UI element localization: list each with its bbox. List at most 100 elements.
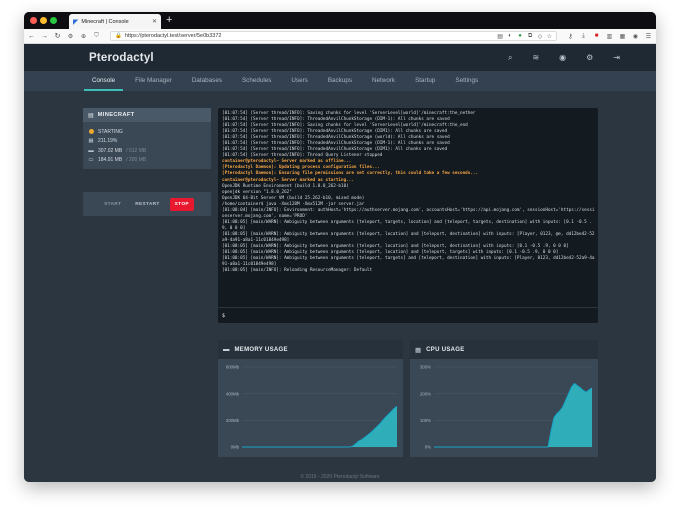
download-icon[interactable]: ⤓ xyxy=(580,33,587,40)
disk-max: / 200 MB xyxy=(126,157,147,164)
account-icon[interactable]: ◉ xyxy=(559,53,566,63)
restart-button[interactable]: RESTART xyxy=(131,198,163,211)
server-subnav: Console File Manager Databases Schedules Use… xyxy=(24,71,656,91)
status-text: STARTING xyxy=(98,128,123,135)
cpu-chart-y-tick-label: 200% xyxy=(420,391,431,396)
cpu-usage-title: CPU USAGE xyxy=(426,346,465,353)
maximize-window-button[interactable] xyxy=(50,17,57,24)
footer-copyright: © 2015 - 2020 Pterodactyl Software xyxy=(300,474,380,480)
shield-icon[interactable]: ⛉ xyxy=(93,33,100,40)
browser-tabbar: ◤ Minecraft | Console ✕ + xyxy=(24,12,656,29)
privacy-badge-icon[interactable]: ⊕ xyxy=(80,33,87,40)
cpu-chart: 300% 200% 100% 0% xyxy=(410,359,598,457)
new-tab-button[interactable]: + xyxy=(166,12,172,29)
admin-cogs-icon[interactable]: ⚙ xyxy=(586,53,593,63)
nav-tab-startup[interactable]: Startup xyxy=(407,71,443,91)
main-content: ▤ MINECRAFT STARTING ▦ 211.19% ▬ 307.02 … xyxy=(24,91,656,482)
menu-icon[interactable]: ☰ xyxy=(645,33,652,40)
account-icon[interactable]: ◉ xyxy=(632,33,639,40)
server-icon: ▤ xyxy=(88,112,94,119)
server-info-header: ▤ MINECRAFT xyxy=(83,108,211,122)
memory-value: 307.02 MB xyxy=(98,147,123,154)
library-icon[interactable]: ▥ xyxy=(606,33,613,40)
console-prompt-symbol: $ xyxy=(222,312,226,319)
app-header: Pterodactyl ⌕ ≋ ◉ ⚙ ⇥ xyxy=(24,44,656,71)
sidebar-icon[interactable]: ▦ xyxy=(619,33,626,40)
memory-usage-header: ▬ MEMORY USAGE xyxy=(218,340,403,359)
nav-tab-console[interactable]: Console xyxy=(84,71,124,91)
memory-usage-card: ▬ MEMORY USAGE 600Mb 400Mb 200Mb 0Mb xyxy=(218,340,403,457)
extension-icon[interactable]: ◐ xyxy=(507,33,514,39)
memory-max: / 512 MB xyxy=(126,147,147,154)
nav-tab-databases[interactable]: Databases xyxy=(184,71,230,91)
search-icon[interactable]: ⌕ xyxy=(508,53,512,63)
memory-chart-y-tick-label: 400Mb xyxy=(226,391,240,396)
disk-value: 184.91 MB xyxy=(98,157,123,164)
brand-logo[interactable]: Pterodactyl xyxy=(89,52,508,64)
memory-chart-y-tick-label: 200Mb xyxy=(226,418,240,423)
close-tab-icon[interactable]: ✕ xyxy=(152,18,157,25)
grammarly-icon[interactable]: ● xyxy=(517,33,524,39)
console-line: [01:08:05] [main/WARN]: Ambiguity betwee… xyxy=(222,219,592,231)
nav-tab-backups[interactable]: Backups xyxy=(320,71,360,91)
browser-window: ◤ Minecraft | Console ✕ + ← → ↻ ⚙ ⊕ ⛉ 🔒 … xyxy=(24,12,656,482)
server-info-panel: ▤ MINECRAFT STARTING ▦ 211.19% ▬ 307.02 … xyxy=(83,108,211,169)
url-text[interactable]: https://pterodactyl.test/server/5e0b3372 xyxy=(125,33,494,39)
browser-tab[interactable]: ◤ Minecraft | Console ✕ xyxy=(69,14,161,29)
cpu-value: 211.19% xyxy=(98,138,118,145)
reader-icon[interactable]: ▤ xyxy=(497,33,504,40)
pterodactyl-favicon-icon: ◤ xyxy=(73,18,79,26)
cpu-chart-area xyxy=(434,383,592,447)
adblock-icon[interactable]: ■ xyxy=(593,33,600,39)
nav-tab-file-manager[interactable]: File Manager xyxy=(127,71,180,91)
cpu-usage-header: ▦ CPU USAGE xyxy=(410,340,598,359)
console-line: [01:08:05] [main/WARN]: Ambiguity betwee… xyxy=(222,256,595,268)
servers-layers-icon[interactable]: ≋ xyxy=(532,53,539,63)
close-window-button[interactable] xyxy=(30,17,37,24)
memory-usage-title: MEMORY USAGE xyxy=(234,346,288,353)
memory-chart-y-tick-label: 600Mb xyxy=(226,365,240,370)
nav-tab-schedules[interactable]: Schedules xyxy=(234,71,279,91)
console-terminal[interactable]: [01:07:54] [Server thread/INFO]: Saving … xyxy=(218,108,598,323)
memory-chart-y-tick-label: 0Mb xyxy=(231,445,240,450)
cpu-usage-card: ▦ CPU USAGE 300% 200% 100% 0% xyxy=(410,340,598,457)
bookmark-star-icon[interactable]: ☆ xyxy=(547,33,552,40)
minimize-window-button[interactable] xyxy=(40,17,47,24)
tab-title: Minecraft | Console xyxy=(81,18,129,25)
key-icon[interactable]: ⚷ xyxy=(567,33,574,40)
lock-icon: 🔒 xyxy=(115,33,122,39)
console-line: [01:08:04] [main/INFO]: Environment: aut… xyxy=(222,207,595,219)
cpu-row: ▦ 211.19% xyxy=(88,137,206,147)
console-line: [01:08:05] [main/WARN]: Ambiguity betwee… xyxy=(222,231,595,243)
nav-tab-users[interactable]: Users xyxy=(283,71,315,91)
cpu-chart-y-tick-label: 100% xyxy=(420,418,431,423)
reload-icon[interactable]: ↻ xyxy=(54,32,61,40)
header-actions: ⌕ ≋ ◉ ⚙ ⇥ xyxy=(508,53,620,63)
nav-tab-settings[interactable]: Settings xyxy=(447,71,486,91)
memory-row: ▬ 307.02 MB / 512 MB xyxy=(88,146,206,156)
console-line: [01:08:05] [main/INFO]: Reloading Resour… xyxy=(222,268,373,274)
memory-icon: ▬ xyxy=(88,147,94,154)
cpu-chart-svg: 300% 200% 100% 0% xyxy=(420,365,593,450)
start-button[interactable]: START xyxy=(100,198,125,211)
back-icon[interactable]: ← xyxy=(28,33,35,40)
memory-chart: 600Mb 400Mb 200Mb 0Mb xyxy=(218,359,403,457)
logout-icon[interactable]: ⇥ xyxy=(613,53,620,63)
status-row: STARTING xyxy=(88,127,206,137)
nav-tab-network[interactable]: Network xyxy=(364,71,403,91)
disk-row: ▭ 184.91 MB / 200 MB xyxy=(88,156,206,166)
cpu-chart-y-tick-label: 0% xyxy=(425,445,431,450)
server-info-body: STARTING ▦ 211.19% ▬ 307.02 MB / 512 MB … xyxy=(83,122,211,169)
browser-toolbar: ← → ↻ ⚙ ⊕ ⛉ 🔒 https://pterodactyl.test/s… xyxy=(24,29,656,44)
memory-icon: ▬ xyxy=(223,346,230,353)
pocket-icon[interactable]: ◇ xyxy=(537,33,544,40)
forward-icon[interactable]: → xyxy=(41,33,48,40)
memory-chart-area xyxy=(242,406,397,447)
settings-gear-icon[interactable]: ⚙ xyxy=(67,33,74,40)
console-output: [01:07:54] [Server thread/INFO]: Saving … xyxy=(218,108,598,307)
screenshot-icon[interactable]: ⧉ xyxy=(527,33,534,40)
console-command-input[interactable]: $ xyxy=(218,307,598,323)
cpu-microchip-icon: ▦ xyxy=(88,138,94,145)
stop-button[interactable]: STOP xyxy=(169,197,194,211)
address-bar[interactable]: 🔒 https://pterodactyl.test/server/5e0b33… xyxy=(110,31,557,41)
